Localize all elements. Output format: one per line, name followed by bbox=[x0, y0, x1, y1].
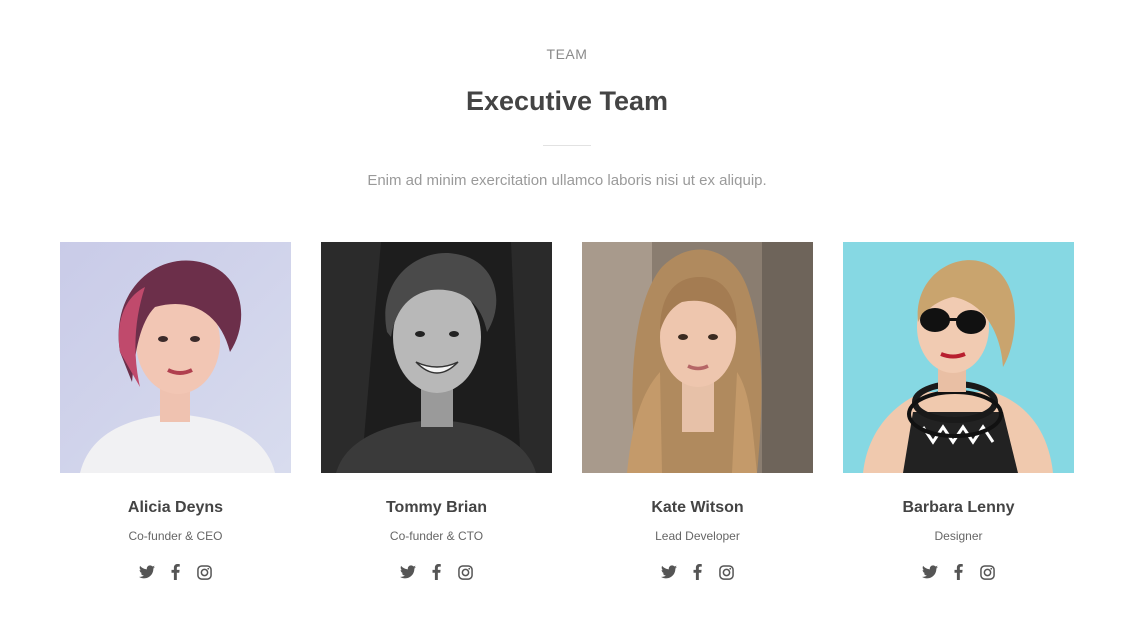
facebook-icon[interactable] bbox=[429, 564, 445, 580]
member-name: Alicia Deyns bbox=[127, 499, 224, 516]
member-social-links bbox=[60, 564, 291, 582]
member-role: Co-funder & CTO bbox=[389, 529, 484, 543]
facebook-icon[interactable] bbox=[690, 564, 706, 580]
member-name: Kate Witson bbox=[651, 499, 744, 516]
team-member-card: Barbara Lenny Designer bbox=[843, 242, 1074, 582]
instagram-icon[interactable] bbox=[458, 564, 474, 580]
member-photo bbox=[321, 242, 552, 473]
member-role: Co-funder & CEO bbox=[128, 529, 223, 543]
facebook-icon[interactable] bbox=[168, 564, 184, 580]
member-social-links bbox=[843, 564, 1074, 582]
instagram-icon[interactable] bbox=[197, 564, 213, 580]
section-eyebrow: TEAM bbox=[546, 46, 588, 62]
twitter-icon[interactable] bbox=[921, 564, 938, 580]
member-social-links bbox=[582, 564, 813, 582]
member-photo bbox=[843, 242, 1074, 473]
twitter-icon[interactable] bbox=[399, 564, 416, 580]
twitter-icon[interactable] bbox=[660, 564, 677, 580]
section-subtitle: Enim ad minim exercitation ullamco labor… bbox=[367, 172, 767, 189]
facebook-icon[interactable] bbox=[951, 564, 967, 580]
instagram-icon[interactable] bbox=[719, 564, 735, 580]
team-member-card: Alicia Deyns Co-funder & CEO bbox=[60, 242, 291, 582]
team-section: TEAM Executive Team Enim ad minim exerci… bbox=[0, 0, 1134, 633]
member-social-links bbox=[321, 564, 552, 582]
member-role: Designer bbox=[934, 529, 983, 543]
instagram-icon[interactable] bbox=[980, 564, 996, 580]
title-divider bbox=[543, 145, 591, 146]
twitter-icon[interactable] bbox=[138, 564, 155, 580]
member-photo bbox=[60, 242, 291, 473]
member-name: Barbara Lenny bbox=[902, 499, 1015, 516]
section-title: Executive Team bbox=[465, 86, 669, 116]
team-member-card: Tommy Brian Co-funder & CTO bbox=[321, 242, 552, 582]
member-photo bbox=[582, 242, 813, 473]
team-member-card: Kate Witson Lead Developer bbox=[582, 242, 813, 582]
member-role: Lead Developer bbox=[655, 529, 740, 543]
team-grid: Alicia Deyns Co-funder & CEO Tommy Brian… bbox=[60, 242, 1074, 582]
member-name: Tommy Brian bbox=[385, 499, 488, 516]
